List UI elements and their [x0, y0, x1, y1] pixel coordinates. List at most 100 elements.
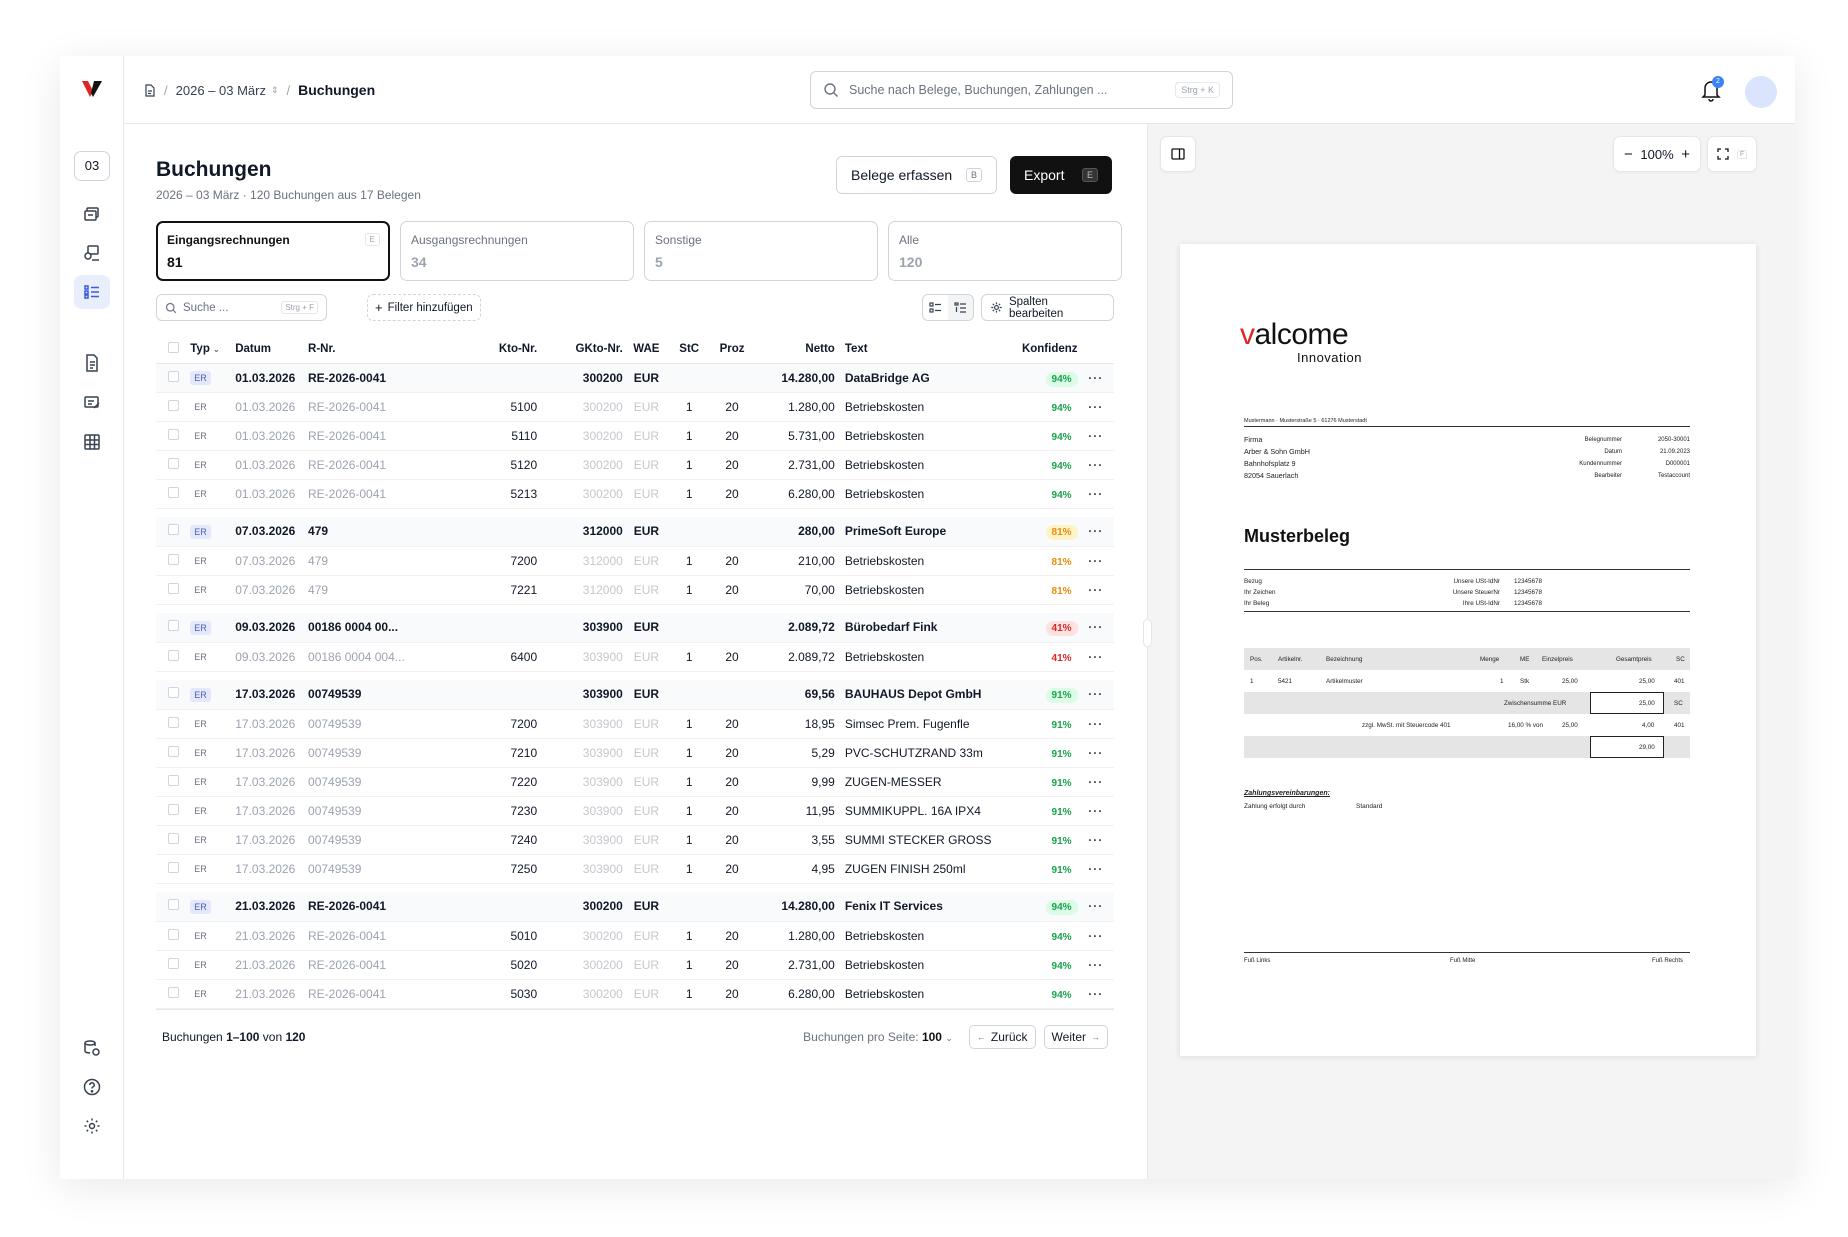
sidebar-item-reports[interactable]	[74, 425, 110, 459]
cell-counter-account[interactable]: 300200	[537, 892, 623, 922]
row-checkbox[interactable]	[167, 803, 179, 815]
table-row[interactable]: ER 17.03.2026 00749539 7220 303900 EUR 1 20 9,99…	[156, 767, 1114, 797]
cell-counter-account[interactable]: 303900	[537, 680, 623, 710]
row-checkbox[interactable]	[167, 524, 179, 536]
cell-account[interactable]: 7230	[457, 796, 538, 826]
cell-counter-account[interactable]: 300200	[537, 363, 623, 393]
row-menu-icon[interactable]: ···	[1077, 796, 1114, 826]
cell-percent[interactable]	[708, 892, 756, 922]
cell-account[interactable]: 7250	[457, 854, 538, 884]
group-row[interactable]: ER 21.03.2026 RE-2026-0041 300200 EUR 14.280,…	[156, 892, 1114, 922]
cell-text[interactable]: Betriebskosten	[834, 392, 1003, 422]
table-row[interactable]: ER 17.03.2026 00749539 7200 303900 EUR 1 20 18,9…	[156, 709, 1114, 739]
row-checkbox[interactable]	[167, 861, 179, 873]
export-button[interactable]: Export E	[1010, 156, 1112, 194]
prev-page-button[interactable]: ← Zurück	[968, 1024, 1036, 1049]
cell-text[interactable]: Betriebskosten	[834, 950, 1003, 980]
row-checkbox[interactable]	[167, 457, 179, 469]
tab-outgoing-invoices[interactable]: Ausgangsrechnungen 34	[400, 221, 634, 281]
sidebar-item-payments[interactable]	[74, 236, 110, 270]
table-row[interactable]: ER 07.03.2026 479 7221 312000 EUR 1 20 70,00 Betr…	[156, 575, 1114, 605]
cell-tax-code[interactable]: 1	[669, 642, 709, 672]
cell-tax-code[interactable]: 1	[669, 738, 709, 768]
cell-net[interactable]: 280,00	[755, 517, 835, 547]
list-view-icon[interactable]	[923, 295, 948, 320]
cell-counter-account[interactable]: 303900	[537, 854, 623, 884]
cell-percent[interactable]: 20	[708, 546, 756, 576]
cell-net[interactable]: 70,00	[755, 575, 835, 605]
cell-text[interactable]: Betriebskosten	[834, 421, 1003, 451]
cell-counter-account[interactable]: 312000	[537, 546, 623, 576]
column-header-wae[interactable]: WAE	[622, 336, 670, 364]
table-row[interactable]: ER 07.03.2026 479 7200 312000 EUR 1 20 210,00 Bet…	[156, 546, 1114, 576]
cell-counter-account[interactable]: 300200	[537, 979, 623, 1009]
cell-account[interactable]: 6400	[457, 642, 538, 672]
cell-counter-account[interactable]: 300200	[537, 450, 623, 480]
cell-net[interactable]: 2.089,72	[755, 642, 835, 672]
row-menu-icon[interactable]: ···	[1077, 738, 1114, 768]
cell-text[interactable]: Betriebskosten	[834, 921, 1003, 951]
cell-net[interactable]: 9,99	[755, 767, 835, 797]
cell-percent[interactable]: 20	[708, 767, 756, 797]
cell-percent[interactable]: 20	[708, 392, 756, 422]
column-header-konfidenz[interactable]: Konfidenz	[1002, 336, 1078, 364]
sidebar-item-help[interactable]	[74, 1070, 110, 1104]
row-checkbox[interactable]	[167, 620, 179, 632]
cell-text[interactable]: PrimeSoft Europe	[834, 517, 1003, 547]
row-menu-icon[interactable]: ···	[1077, 575, 1114, 605]
table-row[interactable]: ER 17.03.2026 00749539 7210 303900 EUR 1 20 5,29…	[156, 738, 1114, 768]
cell-percent[interactable]: 20	[708, 796, 756, 826]
cell-tax-code[interactable]	[669, 517, 709, 547]
table-row[interactable]: ER 17.03.2026 00749539 7230 303900 EUR 1 20 11,9…	[156, 796, 1114, 826]
cell-text[interactable]: DataBridge AG	[834, 363, 1003, 393]
resize-handle[interactable]	[1143, 619, 1152, 647]
cell-percent[interactable]: 20	[708, 642, 756, 672]
cell-tax-code[interactable]	[669, 680, 709, 710]
per-page-selector[interactable]: Buchungen pro Seite: 100 ⌄	[803, 1030, 953, 1044]
cell-net[interactable]: 210,00	[755, 546, 835, 576]
row-menu-icon[interactable]: ···	[1077, 450, 1114, 480]
table-row[interactable]: ER 09.03.2026 00186 0004 004... 6400 303900 E…	[156, 642, 1114, 672]
cell-text[interactable]: ZUGEN FINISH 250ml	[834, 854, 1003, 884]
cell-net[interactable]: 6.280,00	[755, 979, 835, 1009]
cell-counter-account[interactable]: 312000	[537, 575, 623, 605]
column-header-stc[interactable]: StC	[669, 336, 709, 364]
cell-percent[interactable]	[708, 680, 756, 710]
cell-net[interactable]: 1.280,00	[755, 921, 835, 951]
cell-percent[interactable]: 20	[708, 825, 756, 855]
table-row[interactable]: ER 17.03.2026 00749539 7250 303900 EUR 1 20 4,95…	[156, 854, 1114, 884]
row-checkbox[interactable]	[167, 582, 179, 594]
row-checkbox[interactable]	[167, 486, 179, 498]
row-menu-icon[interactable]: ···	[1077, 479, 1114, 509]
cell-tax-code[interactable]: 1	[669, 546, 709, 576]
capture-receipts-button[interactable]: Belege erfassen B	[836, 156, 997, 194]
table-row[interactable]: ER 21.03.2026 RE-2026-0041 5030 300200 EUR 1 20…	[156, 979, 1114, 1009]
table-row[interactable]: ER 01.03.2026 RE-2026-0041 5120 300200 EUR 1 20…	[156, 450, 1114, 480]
cell-percent[interactable]	[708, 517, 756, 547]
cell-net[interactable]: 4,95	[755, 854, 835, 884]
cell-percent[interactable]: 20	[708, 738, 756, 768]
column-header-rnr[interactable]: R-Nr.	[308, 336, 458, 364]
row-checkbox[interactable]	[167, 553, 179, 565]
cell-percent[interactable]	[708, 613, 756, 643]
cell-tax-code[interactable]: 1	[669, 392, 709, 422]
cell-counter-account[interactable]: 300200	[537, 421, 623, 451]
table-row[interactable]: ER 01.03.2026 RE-2026-0041 5110 300200 EUR 1 20…	[156, 421, 1114, 451]
column-header-datum[interactable]: Datum	[235, 336, 309, 364]
avatar[interactable]	[1745, 76, 1777, 108]
row-menu-icon[interactable]: ···	[1077, 392, 1114, 422]
row-checkbox[interactable]	[167, 774, 179, 786]
cell-account[interactable]: 5030	[457, 979, 538, 1009]
tab-other[interactable]: Sonstige 5	[644, 221, 878, 281]
cell-net[interactable]: 14.280,00	[755, 363, 835, 393]
cell-counter-account[interactable]: 300200	[537, 950, 623, 980]
cell-tax-code[interactable]: 1	[669, 421, 709, 451]
cell-tax-code[interactable]	[669, 363, 709, 393]
cell-text[interactable]: Betriebskosten	[834, 575, 1003, 605]
row-menu-icon[interactable]: ···	[1077, 709, 1114, 739]
cell-text[interactable]: SUMMIKUPPL. 16A IPX4	[834, 796, 1003, 826]
cell-net[interactable]: 18,95	[755, 709, 835, 739]
cell-account[interactable]: 7220	[457, 767, 538, 797]
cell-text[interactable]: ZUGEN-MESSER	[834, 767, 1003, 797]
cell-tax-code[interactable]	[669, 892, 709, 922]
